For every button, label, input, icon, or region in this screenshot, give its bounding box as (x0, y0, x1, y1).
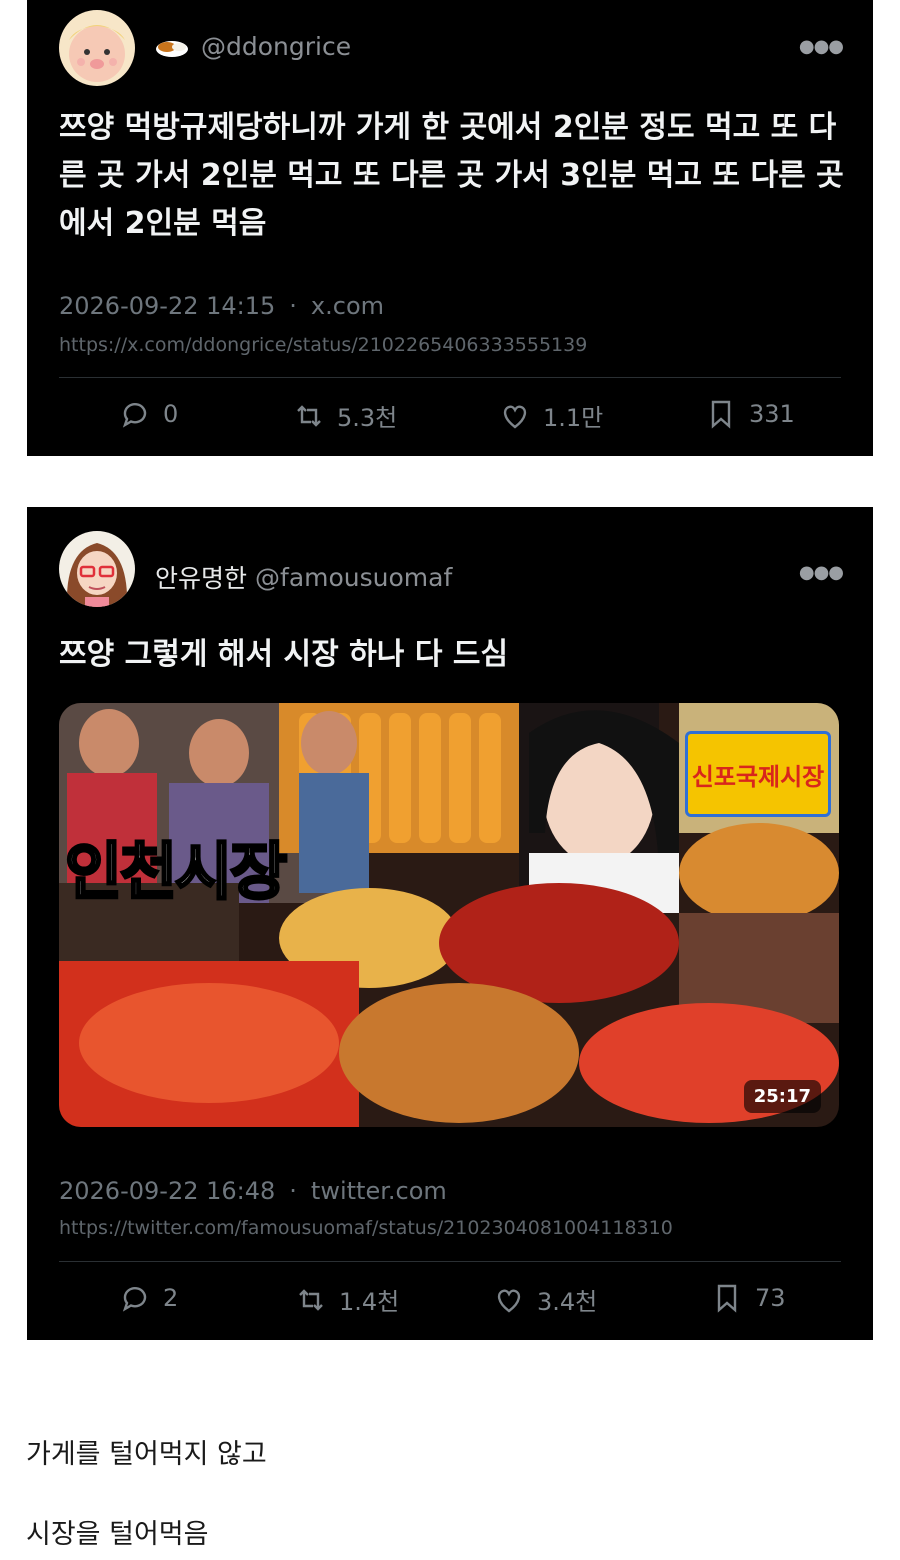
bookmark-icon (711, 400, 731, 429)
author-handle[interactable]: @ddongrice (201, 32, 351, 61)
tweet-text: 쯔양 먹방규제당하니까 가게 한 곳에서 2인분 정도 먹고 또 다른 곳 가서… (59, 110, 844, 241)
tweet-card-2: 안유명한 @famousuomaf ●●● 쯔양 그렇게 해서 시장 하나 다 … (27, 507, 873, 1340)
tweet-url[interactable]: https://twitter.com/famousuomaf/status/2… (59, 1217, 673, 1239)
video-duration: 25:17 (743, 1080, 821, 1113)
meta-separator: · (289, 292, 297, 320)
source-domain: twitter.com (310, 1177, 447, 1205)
reply-icon (122, 1287, 147, 1312)
source-domain: x.com (310, 292, 385, 320)
more-options-icon[interactable]: ●●● (799, 562, 844, 583)
tweet-card-1: @ddongrice ●●● 쯔양 먹방규제당하니까 가게 한 곳에서 2인분 … (27, 0, 873, 456)
timestamp[interactable]: 2026-09-22 16:48 (59, 1177, 275, 1205)
video-thumbnail[interactable]: 인천시장 신포국제시장 25:17 (59, 703, 839, 1127)
author-display-name[interactable]: 안유명한 (155, 559, 247, 595)
like-button[interactable]: 3.4천 (493, 1282, 597, 1317)
bookmark-button[interactable]: 331 (705, 398, 795, 430)
bookmark-count: 331 (749, 400, 795, 428)
reply-button[interactable]: 0 (119, 398, 178, 430)
meta-separator: · (289, 1177, 297, 1205)
like-count: 1.1만 (543, 404, 604, 432)
retweet-button[interactable]: 5.3천 (293, 398, 397, 433)
bookmark-button[interactable]: 73 (711, 1282, 786, 1314)
retweet-icon (297, 404, 321, 427)
reply-icon (122, 403, 147, 428)
curry-rice-icon (156, 40, 188, 57)
retweet-count: 5.3천 (337, 404, 398, 432)
divider (59, 377, 841, 378)
tweet-text: 쯔양 그렇게 해서 시장 하나 다 드심 (59, 637, 509, 672)
reply-count: 2 (163, 1284, 179, 1312)
tweet-url[interactable]: https://x.com/ddongrice/status/210226540… (59, 334, 587, 356)
action-bar: 2 1.4천 3.4천 73 (27, 1282, 873, 1322)
heart-icon (497, 1289, 521, 1313)
avatar[interactable] (59, 10, 135, 86)
timestamp[interactable]: 2026-09-22 14:15 (59, 292, 275, 320)
caption-line-1: 가게를 털어먹지 않고 (26, 1439, 267, 1470)
heart-icon (503, 405, 527, 429)
sign-text: 신포국제시장 (691, 762, 825, 791)
like-count: 3.4천 (537, 1288, 598, 1316)
retweet-icon (299, 1288, 323, 1311)
tweet-meta: 2026-09-22 14:15 · x.com (59, 292, 384, 320)
retweet-count: 1.4천 (339, 1288, 400, 1316)
thumbnail-title: 인천시장 (63, 834, 288, 910)
author-row: @ddongrice (155, 32, 351, 61)
bookmark-icon (717, 1284, 737, 1313)
divider (59, 1261, 841, 1262)
like-button[interactable]: 1.1만 (499, 398, 603, 433)
action-bar: 0 5.3천 1.1만 331 (27, 398, 873, 438)
bookmark-count: 73 (755, 1284, 786, 1312)
author-row: 안유명한 @famousuomaf (155, 559, 452, 595)
caption-line-2: 시장을 털어먹음 (26, 1519, 209, 1550)
retweet-button[interactable]: 1.4천 (295, 1282, 399, 1317)
tweet-meta: 2026-09-22 16:48 · twitter.com (59, 1177, 447, 1205)
reply-button[interactable]: 2 (119, 1282, 178, 1314)
more-options-icon[interactable]: ●●● (799, 36, 844, 57)
market-sign: 신포국제시장 (685, 731, 831, 817)
author-handle[interactable]: @famousuomaf (255, 563, 452, 592)
reply-count: 0 (163, 400, 179, 428)
avatar[interactable] (59, 531, 135, 607)
